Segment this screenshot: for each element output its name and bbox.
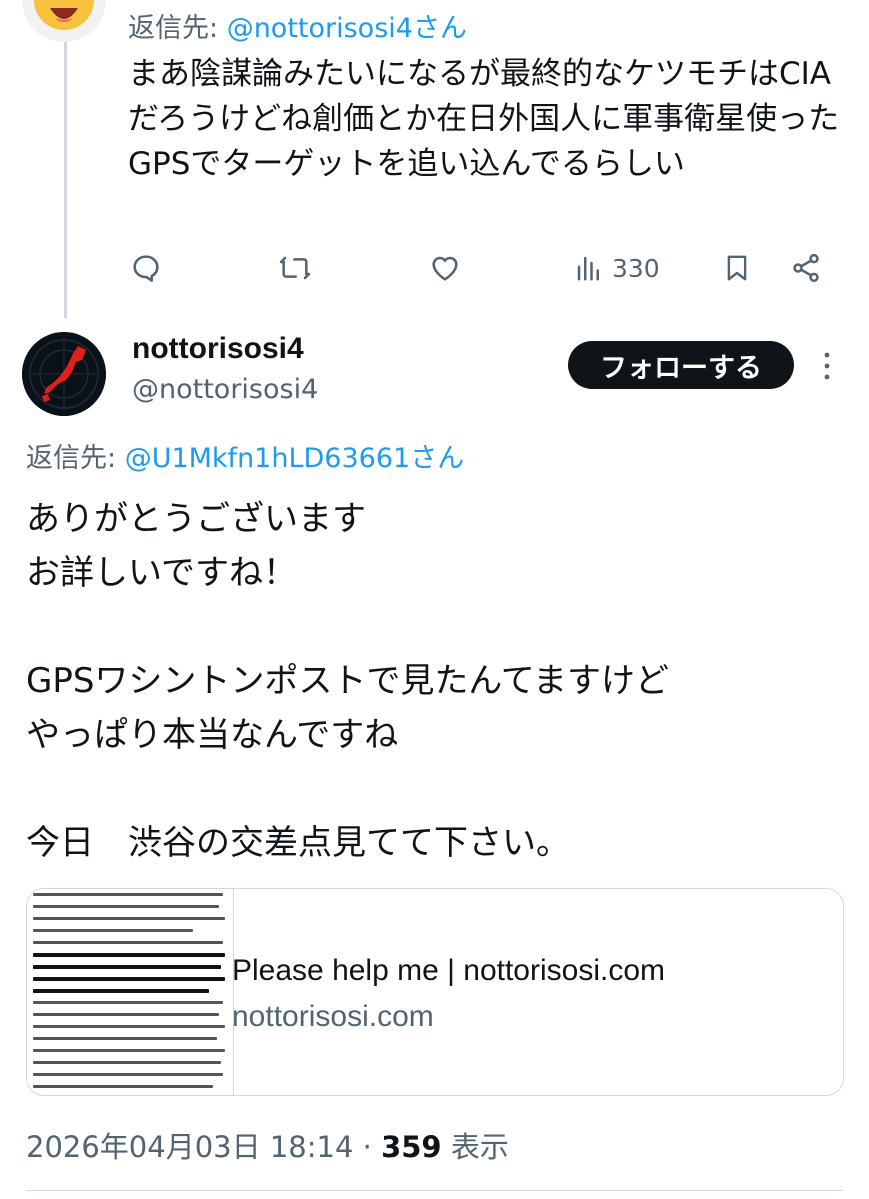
link-card-thumbnail	[27, 889, 234, 1095]
reply-avatar[interactable]	[22, 0, 106, 42]
tweet-text-line: やっぱり本当なんですね	[26, 715, 399, 755]
bookmark-button[interactable]	[722, 246, 752, 290]
share-icon	[793, 253, 819, 283]
meta-separator: ·	[353, 1130, 382, 1164]
tweet-views-label: 表示	[441, 1130, 509, 1164]
tweet-text-line: ありがとうございます	[26, 499, 366, 539]
reply-tweet[interactable]: 返信先: @nottorisosi4さん まあ陰謀論みたいになるが最終的なケツモ…	[0, 0, 869, 318]
repost-button[interactable]	[278, 246, 312, 290]
thread-connector-line	[64, 40, 67, 318]
repost-icon	[279, 256, 311, 280]
heart-icon	[432, 256, 458, 281]
more-options-button[interactable]	[817, 350, 837, 382]
follow-button[interactable]: フォローする	[568, 341, 794, 389]
views-count: 330	[612, 253, 660, 283]
bar-chart-icon	[577, 256, 599, 281]
tweet-text-line: お詳しいですね！	[26, 553, 297, 593]
tweet-views-count: 359	[381, 1130, 442, 1164]
tweet-text-line	[26, 762, 846, 816]
comment-icon	[133, 255, 159, 282]
like-button[interactable]	[428, 246, 462, 290]
replying-to-mention-link[interactable]: @nottorisosi4さん	[227, 13, 467, 44]
author-display-name[interactable]: nottorisosi4	[132, 332, 304, 366]
divider	[26, 1190, 843, 1191]
link-card-domain[interactable]: nottorisosi.com	[232, 1000, 434, 1034]
replying-to-mention-link[interactable]: @U1Mkfn1hLD63661さん	[125, 443, 465, 474]
tweet-text-line: GPSワシントンポストで見たんてますけど	[26, 661, 670, 701]
replying-to-label: 返信先:	[128, 13, 227, 44]
reply-button[interactable]	[130, 246, 162, 290]
reply-replying-to: 返信先: @nottorisosi4さん	[128, 6, 467, 45]
tweet-timestamp[interactable]: 2026年04月03日 18:14	[26, 1130, 353, 1164]
bookmark-icon	[727, 255, 747, 281]
tweet-replying-to: 返信先: @U1Mkfn1hLD63661さん	[26, 436, 464, 475]
tweet-meta: 2026年04月03日 18:14 · 359 表示	[26, 1124, 509, 1166]
author-handle[interactable]: @nottorisosi4	[132, 374, 318, 405]
reply-action-bar: 330	[128, 246, 838, 290]
tweet-text-line: 今日 渋谷の交差点見てて下さい。	[26, 823, 570, 863]
tweet-text: ありがとうございます お詳しいですね！ GPSワシントンポストで見たんてますけど…	[26, 492, 846, 870]
japan-map-avatar-icon	[22, 332, 106, 416]
emoji-face-avatar-icon	[34, 0, 94, 30]
link-card-title[interactable]: Please help me | nottorisosi.com	[232, 954, 665, 988]
author-avatar[interactable]	[22, 332, 106, 416]
replying-to-label: 返信先:	[26, 443, 125, 474]
tweet-text-line	[26, 600, 846, 654]
link-card[interactable]	[26, 888, 844, 1096]
more-vertical-icon	[824, 352, 830, 380]
share-button[interactable]	[790, 246, 822, 290]
reply-text: まあ陰謀論みたいになるが最終的なケツモチはCIAだろうけどね創価とか在日外国人に…	[128, 56, 840, 182]
views-button[interactable]: 330	[574, 246, 660, 290]
